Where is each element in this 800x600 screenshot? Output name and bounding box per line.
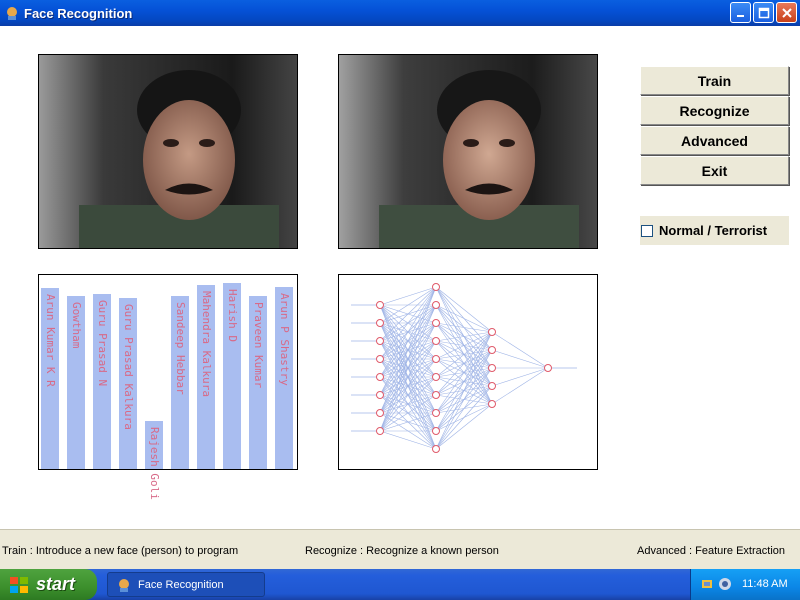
network-node [432, 319, 440, 327]
chart-bar-label: Praveen Kumar [252, 302, 265, 389]
network-node [432, 337, 440, 345]
network-edge [435, 385, 493, 450]
exit-button[interactable]: Exit [640, 156, 789, 185]
neural-network-diagram [338, 274, 598, 470]
reconstructed-face-image [338, 54, 598, 249]
network-edge [491, 367, 549, 405]
chart-bar-label: Rajesh Goli [148, 427, 161, 500]
network-node [432, 283, 440, 291]
network-node [376, 409, 384, 417]
network-node [432, 355, 440, 363]
network-graph [351, 283, 577, 453]
network-node [432, 427, 440, 435]
chart-bar-label: Harish D [226, 289, 239, 342]
network-edge [435, 331, 493, 378]
checkbox-box[interactable] [641, 224, 653, 237]
minimize-icon [736, 14, 744, 17]
start-label: start [36, 574, 76, 594]
network-node [376, 319, 384, 327]
network-node [432, 373, 440, 381]
maximize-icon [758, 7, 769, 18]
network-node [376, 301, 384, 309]
captured-face-image [38, 54, 298, 249]
network-node [376, 337, 384, 345]
network-edge [379, 286, 437, 414]
network-edge [435, 403, 493, 450]
chart-bar-label: Sandeep Hebbar [174, 302, 187, 395]
clock: 11:48 AM [742, 578, 788, 590]
network-node [488, 364, 496, 372]
close-button[interactable] [776, 2, 797, 23]
checkbox-label: Normal / Terrorist [659, 223, 768, 238]
maximize-button[interactable] [753, 2, 774, 23]
taskbar: start Face Recognition 11:48 AM [0, 569, 800, 600]
network-edge [379, 286, 437, 306]
network-edge [435, 331, 493, 396]
app-icon [7, 7, 17, 20]
network-node [488, 382, 496, 390]
chart-bar-label: Arun P Shastry [278, 293, 291, 386]
system-tray: 11:48 AM [690, 569, 800, 600]
network-node [432, 301, 440, 309]
title-bar: Face Recognition [0, 0, 800, 26]
window-title: Face Recognition [24, 5, 133, 21]
network-edge [379, 430, 437, 450]
normal-terrorist-checkbox[interactable]: Normal / Terrorist [640, 216, 789, 245]
network-edge [491, 331, 549, 369]
app-icon [119, 578, 129, 592]
network-edge [435, 286, 493, 333]
network-node [432, 409, 440, 417]
network-node [488, 328, 496, 336]
network-node [376, 373, 384, 381]
chart-bar-label: Gowtham [70, 302, 83, 349]
windows-logo-icon [10, 576, 28, 593]
close-icon [781, 7, 792, 18]
network-node [432, 391, 440, 399]
taskbar-item-face-recognition[interactable]: Face Recognition [107, 572, 265, 597]
network-node [376, 391, 384, 399]
volume-icon[interactable] [718, 577, 732, 591]
network-edge [379, 286, 437, 378]
task-title: Face Recognition [138, 578, 224, 591]
face-photo [339, 55, 597, 248]
match-score-chart: Arun Kumar K R Gowtham Guru Prasad N Guru P… [38, 274, 298, 500]
face-photo [39, 55, 297, 248]
chart-bar-label: Mahendra Kalkura [200, 291, 213, 397]
train-help-text: Train : Introduce a new face (person) to… [2, 545, 239, 557]
network-node [488, 346, 496, 354]
status-bar: Train : Introduce a new face (person) to… [0, 529, 800, 569]
chart-bar-label: Arun Kumar K R [44, 294, 57, 387]
network-icon[interactable] [701, 577, 715, 591]
network-node [488, 400, 496, 408]
chart-bar-label: Guru Prasad Kalkura [122, 304, 135, 430]
network-edge [435, 367, 493, 450]
network-edge [491, 349, 549, 369]
advanced-button[interactable]: Advanced [640, 126, 789, 155]
minimize-button[interactable] [730, 2, 751, 23]
network-node [432, 445, 440, 453]
network-edge [435, 349, 493, 450]
recognize-button[interactable]: Recognize [640, 96, 789, 125]
network-edge [491, 367, 549, 387]
network-node [544, 364, 552, 372]
network-node [376, 427, 384, 435]
network-edge [435, 331, 493, 342]
client-area: Train Recognize Advanced Exit Normal / T… [0, 26, 800, 529]
network-edge [435, 322, 493, 333]
train-button[interactable]: Train [640, 66, 789, 95]
start-button[interactable]: start [0, 569, 97, 600]
recognize-help-text: Recognize : Recognize a known person [305, 545, 499, 557]
chart-bar-label: Guru Prasad N [96, 300, 109, 387]
network-edge [435, 331, 493, 414]
network-edge [379, 286, 437, 342]
network-node [376, 355, 384, 363]
network-edge [435, 331, 493, 450]
network-edge [435, 331, 493, 432]
advanced-help-text: Advanced : Feature Extraction [637, 545, 785, 557]
